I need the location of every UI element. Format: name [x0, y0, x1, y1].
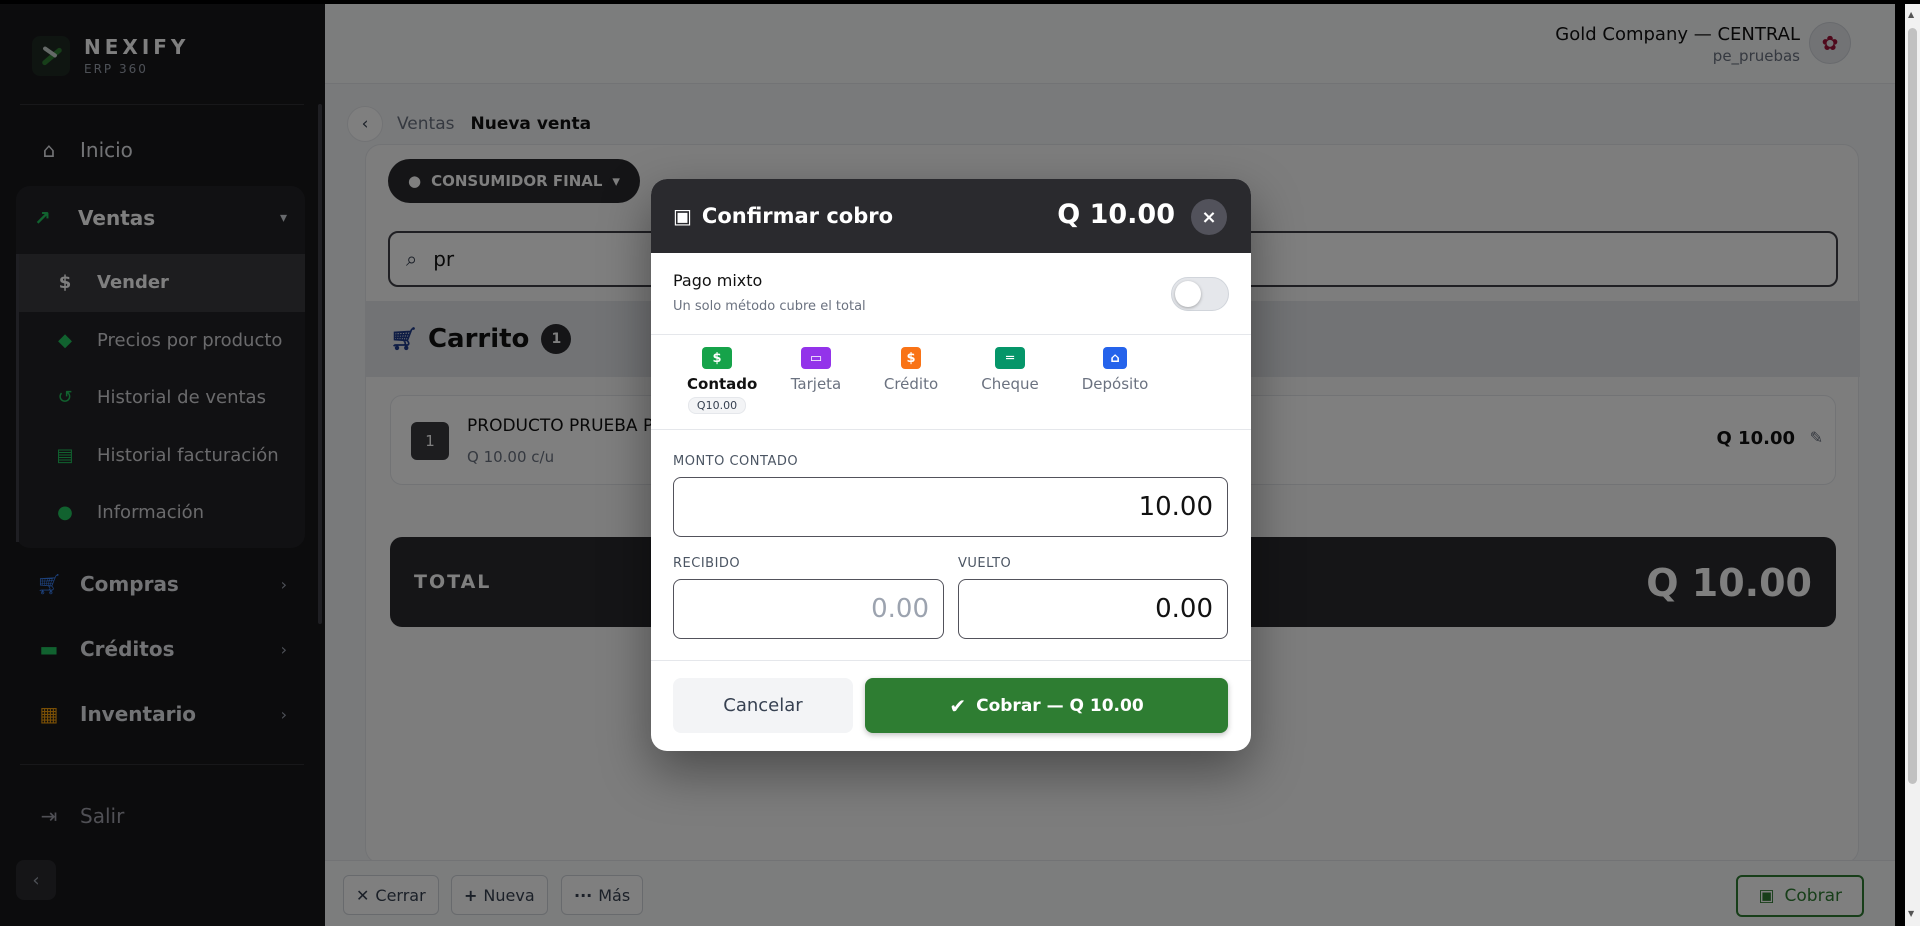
mixed-payment-toggle[interactable] — [1171, 277, 1229, 311]
recibido-placeholder: 0.00 — [871, 594, 929, 624]
vuelto-value: 0.00 — [1155, 594, 1213, 624]
button-label: Cancelar — [723, 695, 803, 716]
method-label: Depósito — [1081, 375, 1149, 393]
close-icon: × — [1201, 206, 1217, 228]
vuelto-field: 0.00 — [958, 579, 1228, 639]
check-icon: ═ — [995, 347, 1025, 369]
method-label: Tarjeta — [790, 375, 842, 393]
checkmark-icon: ✔ — [949, 693, 967, 718]
cancel-button[interactable]: Cancelar — [673, 678, 853, 733]
method-cheque[interactable]: ═ Cheque — [981, 347, 1039, 393]
confirm-charge-button[interactable]: ✔ Cobrar — Q 10.00 — [865, 678, 1228, 733]
cash-icon: $ — [702, 347, 732, 369]
monto-value: 10.00 — [1138, 492, 1213, 522]
method-label: Cheque — [981, 375, 1039, 393]
modal-amount: Q 10.00 — [1057, 199, 1175, 230]
method-label: Crédito — [883, 375, 939, 393]
method-credito[interactable]: $ Crédito — [883, 347, 939, 393]
confirm-payment-modal: ▣ Confirmar cobro Q 10.00 × Pago mixto U… — [651, 179, 1251, 751]
scroll-down-arrow[interactable]: ▼ — [1908, 909, 1914, 918]
recibido-label: RECIBIDO — [673, 556, 741, 571]
button-label: Cobrar — Q 10.00 — [976, 695, 1144, 716]
mixed-payment-subtitle: Un solo método cubre el total — [673, 299, 866, 314]
mixed-payment-section: Pago mixto Un solo método cubre el total — [651, 253, 1251, 335]
vuelto-label: VUELTO — [958, 556, 1012, 571]
modal-header: ▣ Confirmar cobro Q 10.00 × — [651, 179, 1251, 253]
scroll-up-arrow[interactable]: ▲ — [1908, 10, 1914, 19]
credit-icon: $ — [901, 347, 921, 369]
card-icon: ▭ — [801, 347, 831, 369]
mixed-payment-title: Pago mixto — [673, 271, 763, 290]
method-amount-chip: Q10.00 — [687, 397, 747, 414]
bank-icon: ⌂ — [1103, 347, 1127, 369]
toggle-knob — [1175, 281, 1201, 307]
monto-contado-input[interactable]: 10.00 — [673, 477, 1228, 537]
method-deposito[interactable]: ⌂ Depósito — [1081, 347, 1149, 393]
modal-title: Confirmar cobro — [701, 204, 894, 228]
close-modal-button[interactable]: × — [1191, 199, 1227, 235]
page-scrollbar[interactable]: ▲ ▼ — [1905, 4, 1920, 926]
cash-register-icon: ▣ — [673, 204, 692, 228]
recibido-input[interactable]: 0.00 — [673, 579, 944, 639]
monto-label: MONTO CONTADO — [673, 454, 799, 469]
method-tarjeta[interactable]: ▭ Tarjeta — [789, 347, 843, 393]
method-label: Contado — [687, 375, 758, 393]
payment-methods: $ Contado Q10.00 ▭ Tarjeta $ Crédito ═ C… — [651, 335, 1251, 430]
modal-divider — [651, 660, 1251, 661]
method-contado[interactable]: $ Contado Q10.00 — [687, 347, 758, 414]
scrollbar-thumb[interactable] — [1908, 28, 1917, 784]
